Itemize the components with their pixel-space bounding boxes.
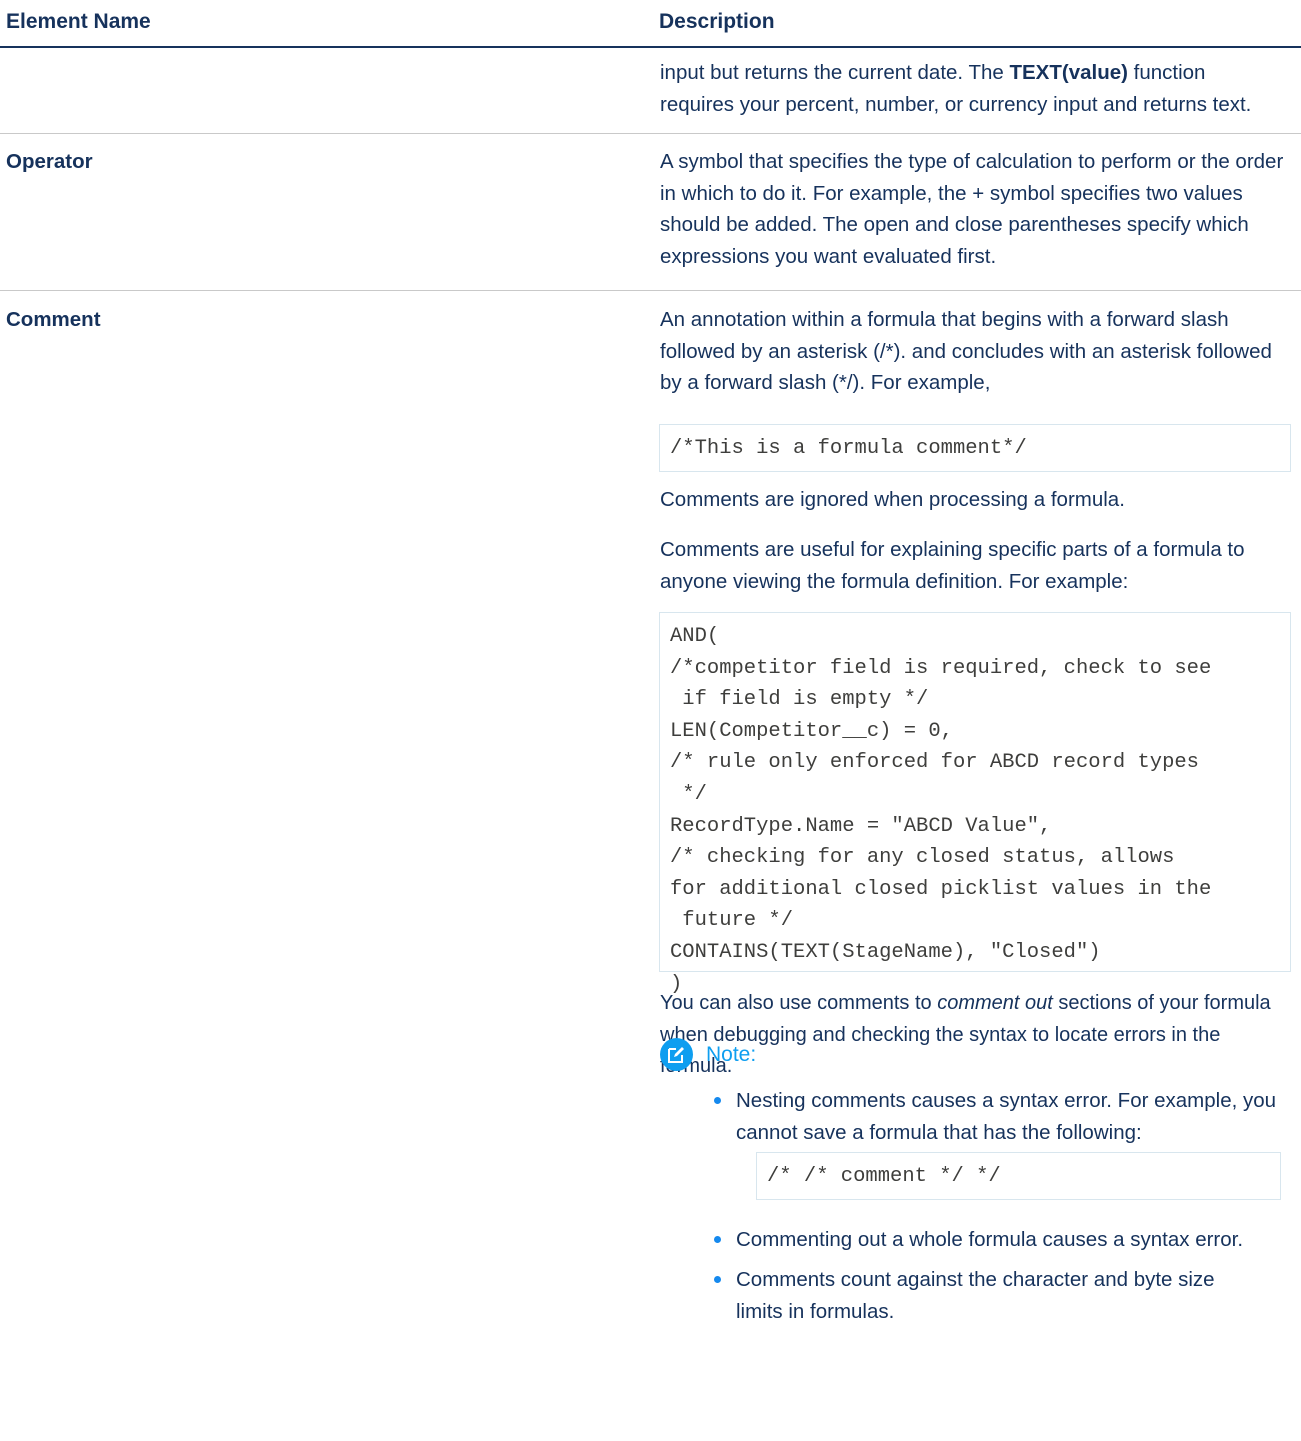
column-header-element-name: Element Name [6,10,151,33]
function-text-3: requires your percent, number, or curren… [660,92,1252,116]
comment-useful-text: Comments are useful for explaining speci… [660,538,1245,593]
note-bullet-nesting: Nesting comments causes a syntax error. … [714,1085,1296,1148]
row-divider [0,133,1301,134]
table-header: Element Name Description [0,0,1301,48]
comment-ignored-text: Comments are ignored when processing a f… [660,488,1125,511]
edit-note-icon [660,1038,693,1071]
note-bullet-limits: Comments count against the character and… [714,1264,1256,1327]
bullet-icon [714,1236,721,1243]
function-text-1: input but returns the current date. The [660,61,1010,84]
code-block-nested-comment: /* /* comment */ */ [756,1152,1281,1200]
column-header-description: Description [659,10,775,33]
note-bullet-text: Nesting comments causes a syntax error. … [736,1089,1277,1144]
note-header: Note: [660,1038,756,1071]
row-divider [0,290,1301,291]
function-description: input but returns the current date. The … [660,57,1300,120]
note-bullet-text: Commenting out a whole formula causes a … [736,1228,1244,1251]
comment-intro: An annotation within a formula that begi… [660,308,1272,394]
also-text-1: You can also use comments to [660,992,938,1014]
code-block-comment-example: /*This is a formula comment*/ [659,424,1291,472]
bullet-icon [714,1276,721,1283]
code-block-validation-rule: AND( /*competitor field is required, che… [659,612,1291,996]
bullet-icon [714,1097,721,1104]
function-text-bold: TEXT(value) [1009,61,1128,84]
note-bullet-text: Comments count against the character and… [736,1268,1215,1323]
operator-name: Operator [6,150,93,173]
operator-description: A symbol that specifies the type of calc… [660,150,1284,268]
function-text-2: function [1127,61,1206,84]
comment-name: Comment [6,308,101,331]
also-text-italic: comment out [937,992,1053,1014]
note-title: Note: [706,1042,757,1066]
note-bullet-whole-formula: Commenting out a whole formula causes a … [714,1224,1296,1256]
